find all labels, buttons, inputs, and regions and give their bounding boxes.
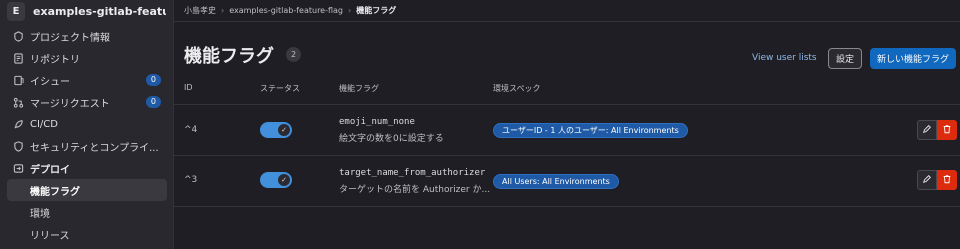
project-name[interactable]: examples-gitlab-feature-fl...	[33, 5, 166, 18]
divider	[174, 206, 960, 207]
sidebar-item-repository[interactable]: リポジトリ	[7, 47, 167, 69]
trash-icon	[942, 174, 952, 187]
merge-request-icon	[13, 97, 24, 108]
view-user-lists-link[interactable]: View user lists	[752, 53, 817, 63]
sidebar-item-merge-requests[interactable]: マージリクエスト 0	[7, 91, 167, 113]
deploy-icon	[13, 163, 24, 174]
column-header-environment-specs: 環境スペック	[493, 84, 541, 93]
flag-count-badge: 2	[286, 47, 301, 62]
sidebar-item-label: リリース	[30, 230, 70, 242]
edit-button[interactable]	[917, 170, 937, 190]
sidebar-item-environments[interactable]: 環境	[7, 201, 167, 223]
column-header-id: ID	[184, 83, 193, 92]
environment-badge: All Users: All Environments	[493, 174, 619, 189]
breadcrumb: 小島孝史 › examples-gitlab-feature-flag › 機能…	[174, 0, 960, 22]
sidebar-item-ci-cd[interactable]: CI/CD	[7, 113, 167, 135]
shield-icon	[13, 140, 24, 152]
chevron-right-icon: ›	[348, 6, 352, 15]
sidebar-item-deploy[interactable]: デプロイ	[7, 157, 167, 179]
sidebar-item-label: デプロイ	[30, 164, 70, 176]
check-icon: ✓	[278, 124, 290, 136]
sidebar-item-label: 環境	[30, 208, 50, 220]
project-icon	[13, 30, 24, 42]
sidebar-item-label: セキュリティとコンプライ...	[30, 142, 159, 154]
sidebar-item-label: マージリクエスト	[30, 98, 110, 110]
column-header-feature-flag: 機能フラグ	[339, 84, 379, 93]
chevron-right-icon: ›	[221, 6, 225, 15]
flag-id: ^4	[184, 125, 198, 135]
sidebar-item-security-compliance[interactable]: セキュリティとコンプライ...	[7, 135, 167, 157]
project-avatar: E	[7, 1, 26, 21]
sidebar-item-label: イシュー	[30, 76, 70, 88]
sidebar-item-label: プロジェクト情報	[30, 32, 110, 44]
flag-name: emoji_num_none	[339, 117, 415, 127]
environment-badge: ユーザーID - 1 人のユーザー: All Environments	[493, 123, 688, 138]
column-header-status: ステータス	[260, 84, 300, 93]
trash-icon	[942, 124, 952, 137]
sidebar-item-project-info[interactable]: プロジェクト情報	[7, 25, 167, 47]
sidebar-item-issues[interactable]: イシュー 0	[7, 69, 167, 91]
sidebar-nav: プロジェクト情報 リポジトリ イシュー 0 マージリクエスト 0 CI/CD セ…	[7, 25, 167, 245]
divider	[174, 104, 960, 105]
flag-id: ^3	[184, 175, 198, 185]
sidebar-item-feature-flags[interactable]: 機能フラグ	[7, 179, 167, 201]
sidebar-item-label: リポジトリ	[30, 54, 80, 66]
check-icon: ✓	[278, 174, 290, 186]
issues-count-badge: 0	[145, 74, 161, 86]
edit-button[interactable]	[917, 120, 937, 140]
main-content: 機能フラグ 2 View user lists 設定 新しい機能フラグ ID ス…	[174, 22, 960, 249]
sidebar-item-releases[interactable]: リリース	[7, 223, 167, 245]
repository-icon	[13, 52, 24, 64]
flag-name: target_name_from_authorizer	[339, 168, 486, 178]
breadcrumb-project[interactable]: examples-gitlab-feature-flag	[229, 6, 343, 15]
divider	[174, 155, 960, 156]
page-title: 機能フラグ	[184, 46, 274, 67]
sidebar-item-label: CI/CD	[30, 118, 58, 130]
delete-button[interactable]	[937, 170, 957, 190]
flag-description: 絵文字の数を0に設定する	[339, 134, 444, 144]
project-header[interactable]: E examples-gitlab-feature-fl...	[7, 1, 166, 21]
pencil-icon	[922, 174, 932, 187]
breadcrumb-user[interactable]: 小島孝史	[184, 5, 216, 16]
merge-requests-count-badge: 0	[145, 96, 161, 108]
new-feature-flag-button[interactable]: 新しい機能フラグ	[870, 48, 956, 69]
issues-icon	[13, 75, 24, 86]
sidebar-item-label: 機能フラグ	[30, 186, 80, 198]
pencil-icon	[922, 124, 932, 137]
sidebar: E examples-gitlab-feature-fl... プロジェクト情報…	[0, 0, 174, 249]
breadcrumb-current[interactable]: 機能フラグ	[356, 5, 396, 16]
delete-button[interactable]	[937, 120, 957, 140]
flag-description: ターゲットの名前を Authorizer か...	[339, 185, 491, 195]
status-toggle[interactable]: ✓	[260, 122, 292, 138]
status-toggle[interactable]: ✓	[260, 172, 292, 188]
rocket-icon	[13, 119, 24, 130]
settings-button[interactable]: 設定	[828, 48, 862, 69]
